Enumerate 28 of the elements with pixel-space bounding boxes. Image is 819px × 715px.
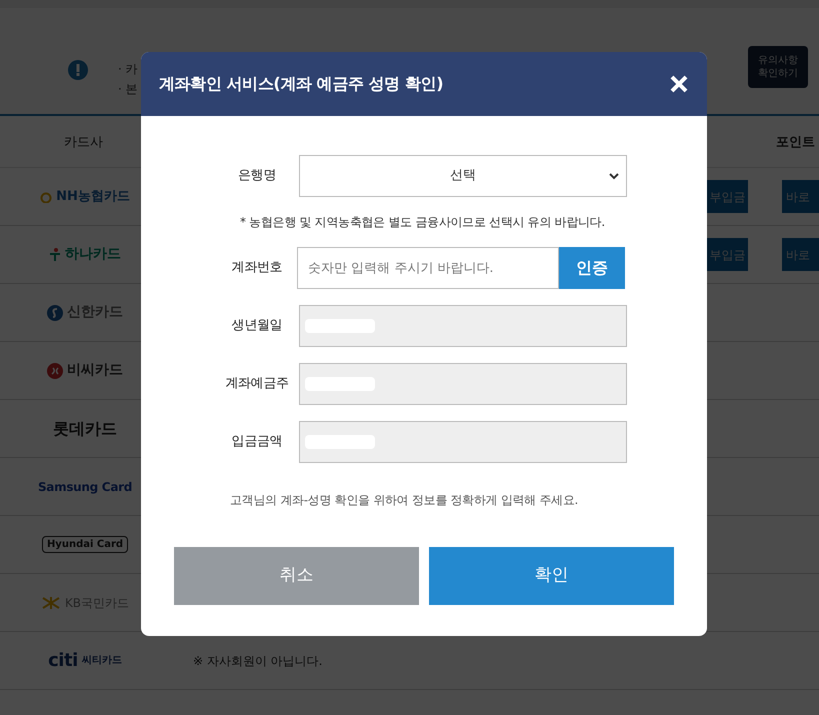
field-label: 계좌번호 xyxy=(230,259,284,278)
card-logo: 하나카드 xyxy=(65,245,121,264)
field-label: 생년월일 xyxy=(230,317,284,336)
logo-text: citi xyxy=(48,649,78,673)
column-header: 카드사 xyxy=(64,134,103,152)
notice-text: · 본 xyxy=(118,81,138,98)
confirm-button[interactable]: 확인 xyxy=(429,547,674,605)
chevron-down-icon xyxy=(609,173,619,180)
bank-note: * 농협은행 및 지역농축협은 별도 금융사이므로 선택시 유의 바랍니다. xyxy=(240,214,605,231)
card-logo: NH농협카드 xyxy=(56,188,130,206)
column-header: 포인트 xyxy=(776,134,815,152)
bank-select[interactable]: 선택 xyxy=(299,155,627,197)
notice-text: · 카 xyxy=(118,61,138,78)
field-label: 입금금액 xyxy=(230,433,284,452)
close-button[interactable] xyxy=(669,74,689,94)
footer-note: 고객님의 계좌-성명 확인을 위하여 정보를 정확하게 입력해 주세요. xyxy=(229,492,580,509)
account-input[interactable]: 숫자만 입력해 주시기 바랍니다. xyxy=(297,247,559,289)
dialog-title: 계좌확인 서비스(계좌 예금주 성명 확인) xyxy=(159,73,444,95)
note-text: ※ 자사회원이 아닙니다. xyxy=(193,653,322,670)
verify-button[interactable]: 인증 xyxy=(559,247,625,289)
close-icon xyxy=(669,74,689,94)
field-label: 은행명 xyxy=(236,167,278,186)
cancel-button[interactable]: 취소 xyxy=(174,547,419,605)
card-logo: 롯데카드 xyxy=(53,418,117,440)
card-logo: 비씨카드 xyxy=(67,361,123,380)
card-logo: 씨티카드 xyxy=(82,654,122,668)
field-label: 계좌예금주 xyxy=(224,375,290,394)
card-logo: Samsung Card xyxy=(38,478,132,496)
